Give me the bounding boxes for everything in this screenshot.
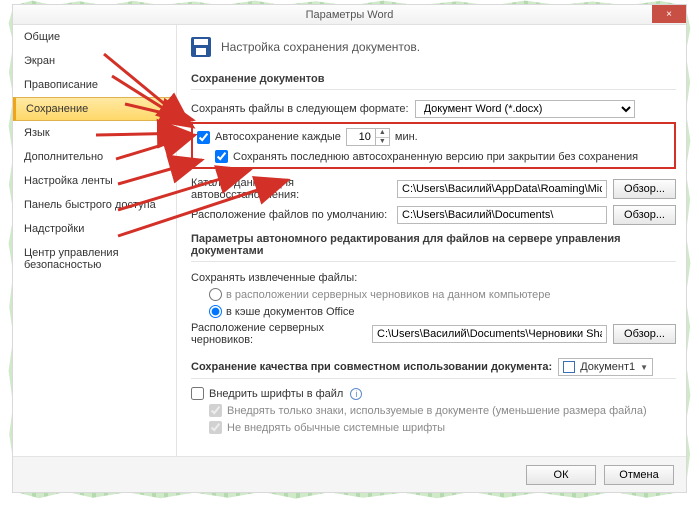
browse-default-button[interactable]: Обзор... xyxy=(613,205,676,225)
server-drafts-path-input[interactable] xyxy=(372,325,607,343)
close-button[interactable]: × xyxy=(652,5,686,23)
dialog-footer: ОК Отмена xyxy=(13,456,686,492)
radio-server-drafts[interactable] xyxy=(209,288,222,301)
autosave-label: Автосохранение каждые xyxy=(215,131,341,143)
keep-last-autosave-label: Сохранять последнюю автосохраненную верс… xyxy=(233,151,638,163)
save-icon xyxy=(191,37,211,57)
embed-fonts-label: Внедрить шрифты в файл xyxy=(209,388,343,400)
sidebar-item-trustcenter[interactable]: Центр управления безопасностью xyxy=(13,241,176,277)
sidebar-item-ribbon[interactable]: Настройка ленты xyxy=(13,169,176,193)
embed-only-used-label: Внедрять только знаки, используемые в до… xyxy=(227,405,647,417)
sidebar-item-general[interactable]: Общие xyxy=(13,25,176,49)
document-name: Документ1 xyxy=(580,361,635,373)
options-dialog: Параметры Word × Общие Экран Правописани… xyxy=(12,4,687,493)
spinner-arrows[interactable]: ▲▼ xyxy=(376,128,390,146)
sidebar-item-qat[interactable]: Панель быстрого доступа xyxy=(13,193,176,217)
info-icon: i xyxy=(350,388,362,400)
embed-fonts-checkbox[interactable] xyxy=(191,387,204,400)
sidebar-item-advanced[interactable]: Дополнительно xyxy=(13,145,176,169)
ok-button[interactable]: ОК xyxy=(526,465,596,485)
group-sharing-quality: Сохранение качества при совместном испол… xyxy=(191,361,552,373)
group-offline-editing: Параметры автономного редактирования для… xyxy=(191,227,676,262)
save-format-select[interactable]: Документ Word (*.docx) xyxy=(415,100,635,118)
save-format-label: Сохранять файлы в следующем формате: xyxy=(191,103,409,115)
titlebar: Параметры Word × xyxy=(13,5,686,25)
radio-office-cache-label: в кэше документов Office xyxy=(226,306,355,318)
keep-extracted-label: Сохранять извлеченные файлы: xyxy=(191,272,357,284)
autorecover-path-input[interactable] xyxy=(397,180,607,198)
main-panel: Настройка сохранения документов. Сохране… xyxy=(177,25,686,456)
cancel-button[interactable]: Отмена xyxy=(604,465,674,485)
no-system-fonts-label: Не внедрять обычные системные шрифты xyxy=(227,422,445,434)
autosave-unit: мин. xyxy=(395,131,418,143)
page-subtitle: Настройка сохранения документов. xyxy=(221,40,420,54)
radio-office-cache[interactable] xyxy=(209,305,222,318)
highlight-box: Автосохранение каждые ▲▼ мин. Сохранять … xyxy=(191,122,676,169)
sidebar-item-addins[interactable]: Надстройки xyxy=(13,217,176,241)
sidebar: Общие Экран Правописание Сохранение Язык… xyxy=(13,25,177,456)
autosave-checkbox[interactable] xyxy=(197,131,210,144)
window-title: Параметры Word xyxy=(306,9,394,21)
server-drafts-path-label: Расположение серверных черновиков: xyxy=(191,322,366,346)
sidebar-item-display[interactable]: Экран xyxy=(13,49,176,73)
autorecover-path-label: Каталог данных для автовосстановления: xyxy=(191,177,391,201)
default-location-label: Расположение файлов по умолчанию: xyxy=(191,209,391,221)
document-select[interactable]: Документ1 ▼ xyxy=(558,358,653,376)
autosave-minutes-input[interactable] xyxy=(346,128,376,146)
embed-only-used-checkbox xyxy=(209,404,222,417)
chevron-down-icon: ▼ xyxy=(640,363,648,372)
browse-autorecover-button[interactable]: Обзор... xyxy=(613,179,676,199)
group-save-documents: Сохранение документов xyxy=(191,67,676,90)
default-location-input[interactable] xyxy=(397,206,607,224)
keep-last-autosave-checkbox[interactable] xyxy=(215,150,228,163)
sidebar-item-language[interactable]: Язык xyxy=(13,121,176,145)
document-icon xyxy=(563,361,575,373)
sidebar-item-save[interactable]: Сохранение xyxy=(13,97,176,121)
sidebar-item-proofing[interactable]: Правописание xyxy=(13,73,176,97)
browse-drafts-button[interactable]: Обзор... xyxy=(613,324,676,344)
radio-server-drafts-label: в расположении серверных черновиков на д… xyxy=(226,289,550,301)
no-system-fonts-checkbox xyxy=(209,421,222,434)
